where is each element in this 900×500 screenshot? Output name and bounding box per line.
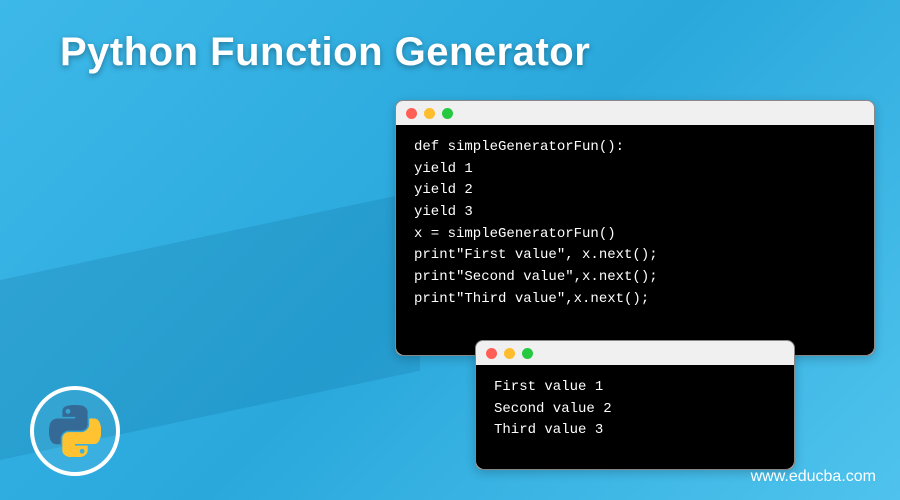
python-icon [49, 405, 101, 457]
minimize-icon[interactable] [424, 108, 435, 119]
code-line: yield 3 [414, 202, 856, 224]
output-line: Third value 3 [494, 420, 776, 442]
window-titlebar [476, 341, 794, 365]
maximize-icon[interactable] [442, 108, 453, 119]
output-line: First value 1 [494, 377, 776, 399]
code-line: yield 2 [414, 180, 856, 202]
close-icon[interactable] [486, 348, 497, 359]
code-line: print"Third value",x.next(); [414, 289, 856, 311]
output-line: Second value 2 [494, 399, 776, 421]
output-body: First value 1 Second value 2 Third value… [476, 365, 794, 469]
close-icon[interactable] [406, 108, 417, 119]
code-editor-window: def simpleGeneratorFun(): yield 1 yield … [395, 100, 875, 356]
brand-logo-ring [30, 386, 120, 476]
minimize-icon[interactable] [504, 348, 515, 359]
code-line: def simpleGeneratorFun(): [414, 137, 856, 159]
output-window: First value 1 Second value 2 Third value… [475, 340, 795, 470]
code-line: yield 1 [414, 159, 856, 181]
page-title: Python Function Generator [60, 30, 590, 75]
maximize-icon[interactable] [522, 348, 533, 359]
code-line: x = simpleGeneratorFun() [414, 224, 856, 246]
code-line: print"First value", x.next(); [414, 245, 856, 267]
site-url: www.educba.com [751, 468, 876, 486]
code-body: def simpleGeneratorFun(): yield 1 yield … [396, 125, 874, 355]
window-titlebar [396, 101, 874, 125]
code-line: print"Second value",x.next(); [414, 267, 856, 289]
